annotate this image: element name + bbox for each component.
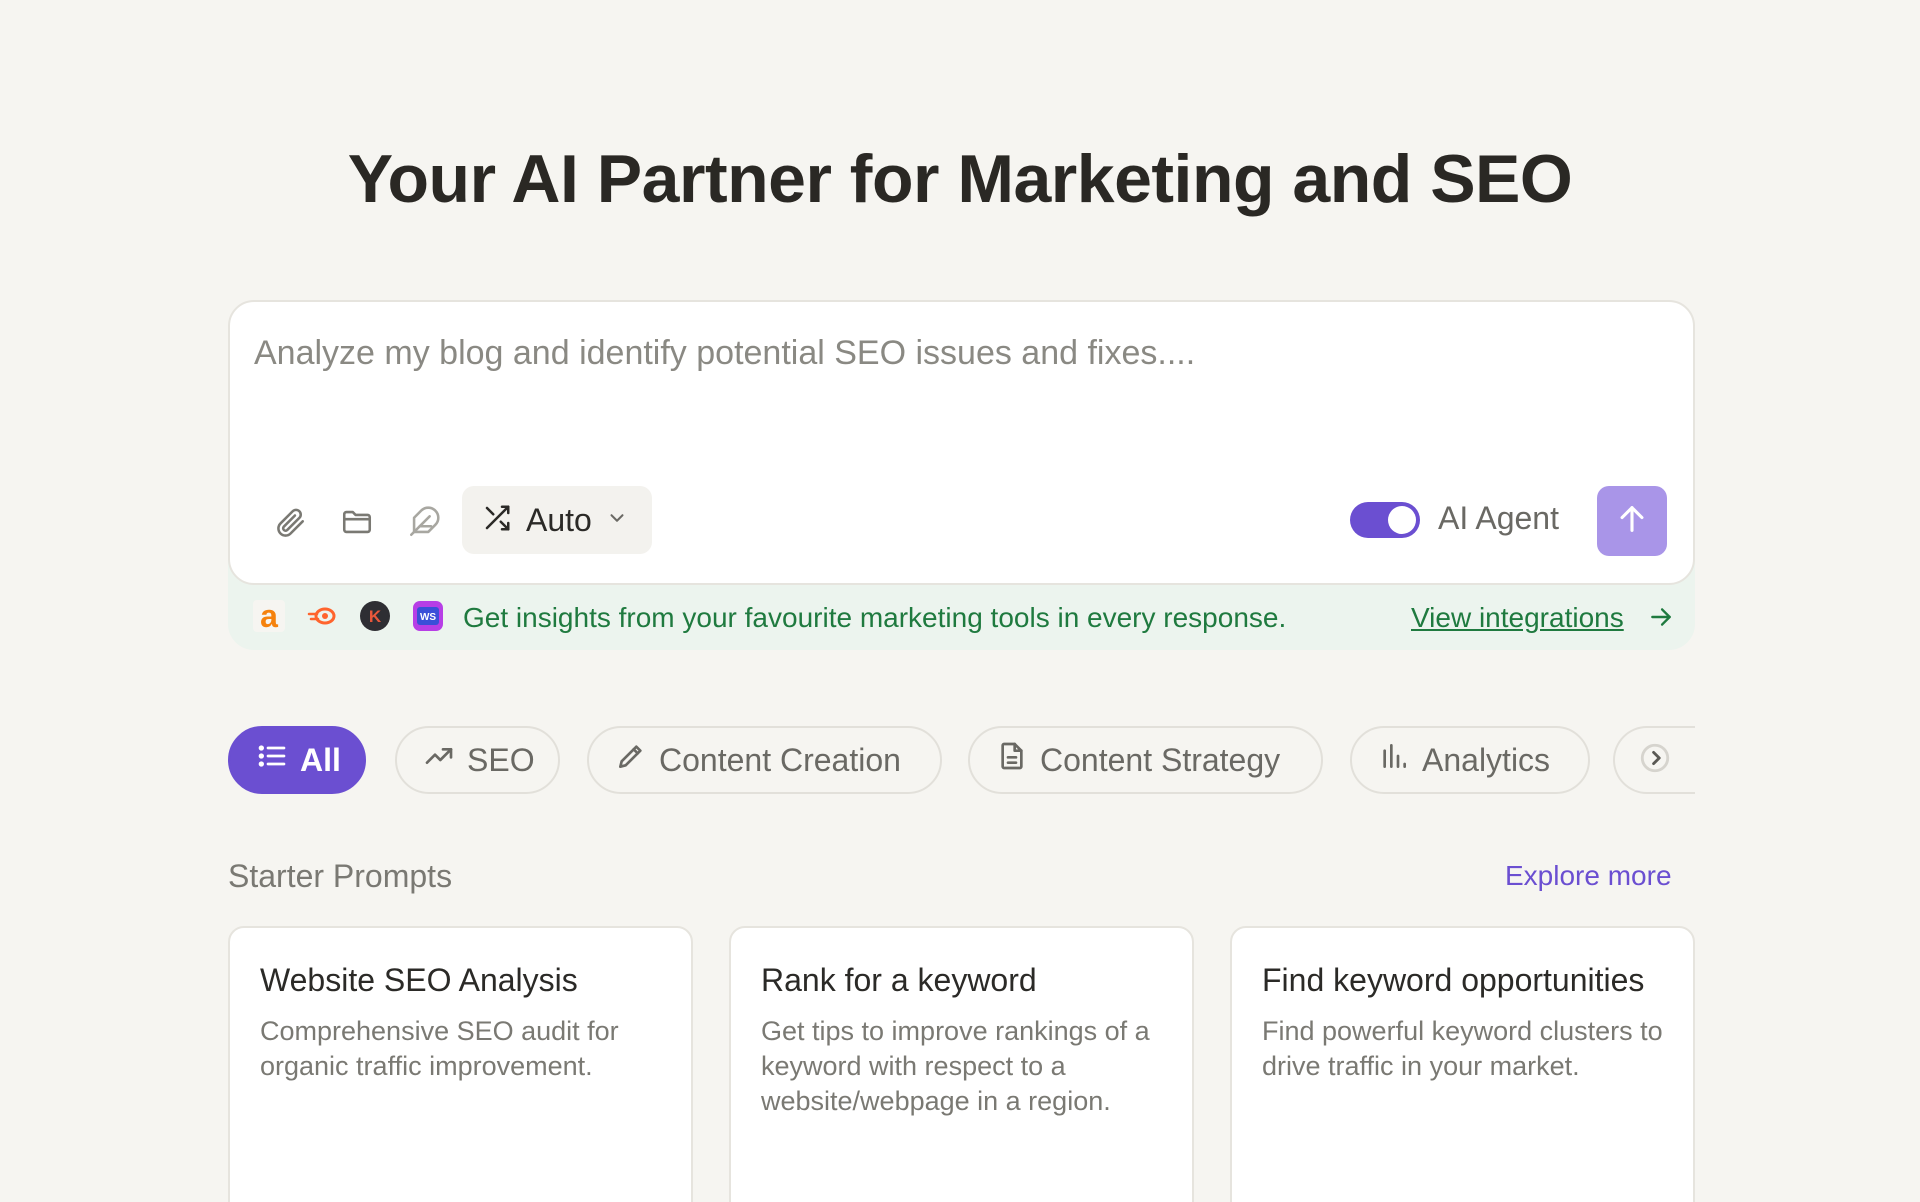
chip-label: Content Strategy: [1040, 741, 1281, 778]
chip-analytics[interactable]: Analytics: [1350, 726, 1590, 794]
chip-all[interactable]: All: [228, 726, 366, 794]
chip-label: Content Creation: [659, 741, 901, 778]
arrow-right-icon[interactable]: [1648, 604, 1674, 635]
k-logo-icon: K: [359, 600, 391, 632]
chips-scroll-next[interactable]: [1613, 726, 1695, 794]
mode-select-label: Auto: [526, 501, 592, 538]
starter-card[interactable]: Website SEO Analysis Comprehensive SEO a…: [228, 926, 693, 1202]
starter-card[interactable]: Rank for a keyword Get tips to improve r…: [729, 926, 1194, 1202]
page-title: Your AI Partner for Marketing and SEO: [347, 141, 1573, 217]
pencil-icon: [615, 740, 647, 780]
card-description: Comprehensive SEO audit for organic traf…: [260, 1016, 619, 1081]
prompt-composer: Auto AI Agent: [228, 300, 1695, 585]
svg-text:WS: WS: [420, 612, 436, 623]
card-title: Find keyword opportunities: [1262, 962, 1645, 998]
card-description: Find powerful keyword clusters to drive …: [1262, 1016, 1663, 1081]
card-title: Website SEO Analysis: [260, 962, 578, 998]
chip-label: Analytics: [1422, 741, 1551, 778]
attach-icon[interactable]: [270, 502, 310, 542]
page: Your AI Partner for Marketing and SEO An…: [0, 0, 1920, 1202]
trending-up-icon: [423, 740, 455, 780]
prompt-input[interactable]: [254, 334, 1654, 373]
card-description: Get tips to improve rankings of a keywor…: [761, 1016, 1150, 1116]
starter-card[interactable]: Find keyword opportunities Find powerful…: [1230, 926, 1695, 1202]
chip-label: All: [300, 741, 341, 778]
svg-text:a: a: [260, 600, 278, 632]
semrush-logo-icon: [306, 600, 338, 632]
chip-seo[interactable]: SEO: [395, 726, 560, 794]
svg-text:K: K: [369, 607, 382, 626]
ai-agent-label: AI Agent: [1438, 500, 1559, 536]
bar-chart-icon: [1378, 740, 1410, 780]
feather-icon[interactable]: [404, 502, 444, 542]
view-integrations-link[interactable]: View integrations: [1411, 602, 1624, 634]
chip-content-strategy[interactable]: Content Strategy: [968, 726, 1323, 794]
folder-icon[interactable]: [337, 502, 377, 542]
list-icon: [256, 740, 288, 780]
chevron-down-icon: [606, 507, 628, 534]
chevron-right-icon: [1638, 741, 1672, 780]
explore-more-link[interactable]: Explore more: [1505, 860, 1672, 892]
ai-agent-toggle[interactable]: [1350, 502, 1420, 538]
send-button[interactable]: [1597, 486, 1667, 556]
chip-content-creation[interactable]: Content Creation: [587, 726, 942, 794]
starter-prompts-title: Starter Prompts: [228, 858, 453, 894]
chip-label: SEO: [467, 741, 535, 778]
integrations-text: Get insights from your favourite marketi…: [463, 602, 1287, 633]
mode-select[interactable]: Auto: [462, 486, 652, 554]
shuffle-icon: [482, 503, 512, 538]
toggle-knob: [1388, 506, 1416, 534]
wordstream-logo-icon: WS: [412, 600, 444, 632]
ahrefs-logo-icon: a: [253, 600, 285, 632]
document-icon: [996, 740, 1028, 780]
card-title: Rank for a keyword: [761, 962, 1037, 998]
arrow-up-icon: [1615, 502, 1649, 541]
